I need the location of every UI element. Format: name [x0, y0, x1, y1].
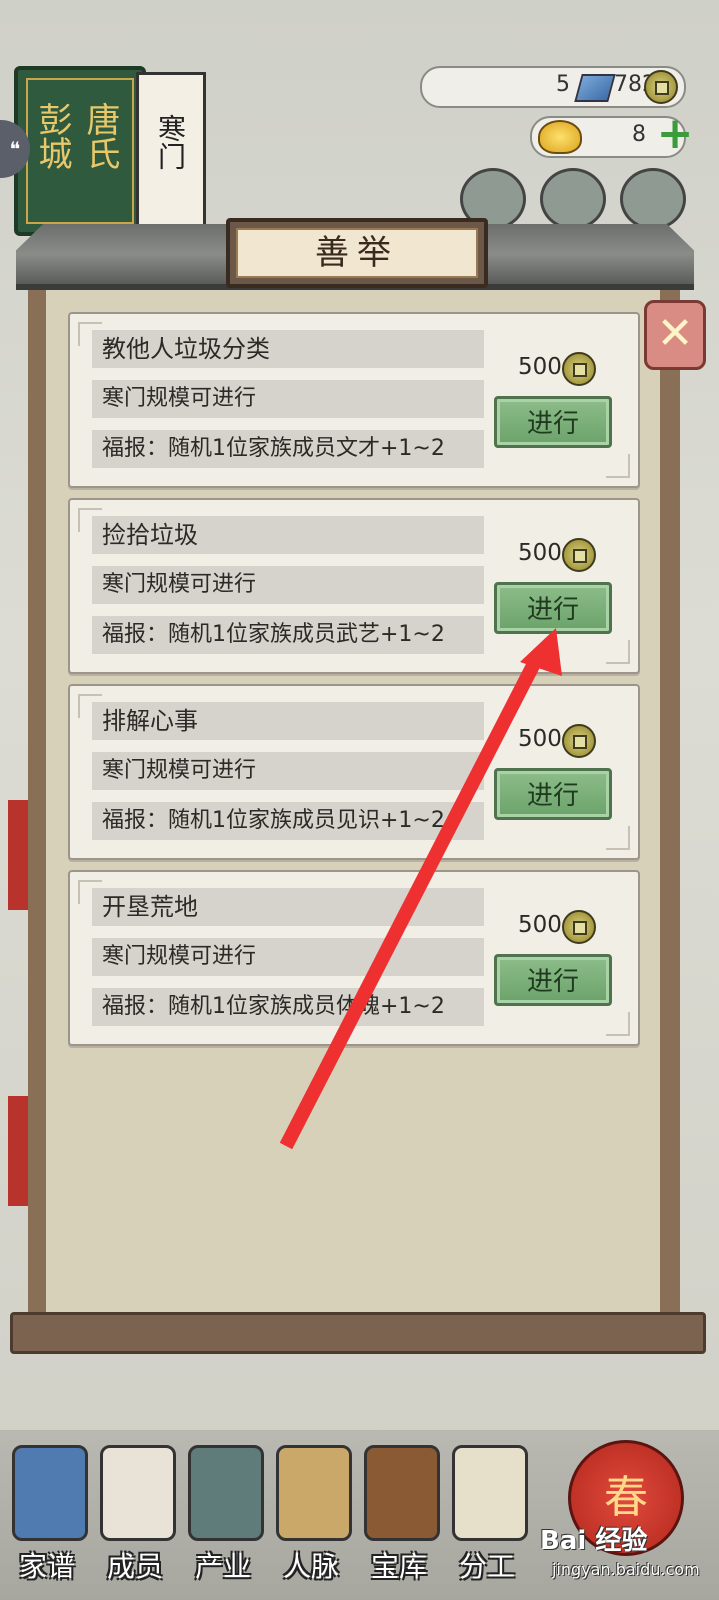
gold-ingot-icon	[538, 120, 582, 154]
gem-icon	[574, 74, 616, 102]
nav-industry[interactable]: 产业	[182, 1445, 264, 1585]
perform-button[interactable]: 进行	[494, 396, 612, 448]
coin-icon	[562, 910, 596, 944]
close-icon: ✕	[656, 308, 694, 359]
shortcut-icon-2[interactable]	[540, 168, 606, 230]
nav-members[interactable]: 成员	[94, 1445, 176, 1585]
deed-card: 教他人垃圾分类 寒门规模可进行 福报：随机1位家族成员文才+1~2 500 进行	[68, 312, 640, 488]
coin-icon	[562, 352, 596, 386]
industry-building-icon	[188, 1445, 264, 1541]
nav-label: 产业	[194, 1550, 251, 1583]
watermark: Bai 经验 jingyan.baidu.com	[540, 1520, 710, 1590]
close-button[interactable]: ✕	[644, 300, 706, 370]
deed-reward: 福报：随机1位家族成员文才+1~2	[92, 430, 484, 468]
coin-icon	[562, 538, 596, 572]
add-ingot-button[interactable]: +	[656, 112, 694, 156]
perform-button[interactable]: 进行	[494, 954, 612, 1006]
nav-label: 家谱	[18, 1550, 75, 1583]
dialog-title: 善举	[236, 228, 478, 278]
dialog-title-plaque: 善举	[226, 218, 488, 288]
nav-treasury[interactable]: 宝库	[358, 1445, 440, 1585]
deed-cost: 500	[518, 352, 596, 386]
watermark-main: Bai 经验	[540, 1526, 648, 1556]
family-banner[interactable]: 彭城 唐氏 寒门	[10, 66, 215, 236]
nav-label: 分工	[458, 1550, 515, 1583]
nav-label: 人脉	[282, 1550, 339, 1583]
shortcut-icon-3[interactable]	[620, 168, 686, 230]
gem-count: 5	[556, 72, 570, 97]
nav-network[interactable]: 人脉	[270, 1445, 352, 1585]
deed-reward: 福报：随机1位家族成员见识+1~2	[92, 802, 484, 840]
member-portrait-icon	[100, 1445, 176, 1541]
deed-name: 开垦荒地	[92, 888, 484, 926]
deed-cost: 500	[518, 910, 596, 944]
deed-condition: 寒门规模可进行	[92, 380, 484, 418]
perform-button[interactable]: 进行	[494, 582, 612, 634]
top-shortcut-icons	[460, 168, 700, 230]
deed-reward: 福报：随机1位家族成员武艺+1~2	[92, 616, 484, 654]
nav-genealogy[interactable]: 家谱	[6, 1445, 88, 1585]
deed-name: 教他人垃圾分类	[92, 330, 484, 368]
deed-cost: 500	[518, 538, 596, 572]
deed-reward: 福报：随机1位家族成员体魄+1~2	[92, 988, 484, 1026]
deed-name: 排解心事	[92, 702, 484, 740]
deed-card: 捡拾垃圾 寒门规模可进行 福报：随机1位家族成员武艺+1~2 500 进行	[68, 498, 640, 674]
perform-button[interactable]: 进行	[494, 768, 612, 820]
deed-cost: 500	[518, 724, 596, 758]
treasure-chest-icon	[364, 1445, 440, 1541]
ingot-count: 8	[632, 122, 646, 147]
family-surname: 唐氏	[80, 102, 120, 170]
deed-condition: 寒门规模可进行	[92, 938, 484, 976]
nav-label: 成员	[106, 1550, 163, 1583]
watermark-sub: jingyan.baidu.com	[552, 1560, 700, 1579]
deed-condition: 寒门规模可进行	[92, 566, 484, 604]
deed-condition: 寒门规模可进行	[92, 752, 484, 790]
currency-bar: 5 782	[420, 66, 686, 108]
coin-icon	[644, 70, 678, 104]
genealogy-book-icon	[12, 1445, 88, 1541]
scroll-icon	[452, 1445, 528, 1541]
nav-division[interactable]: 分工	[446, 1445, 528, 1585]
deed-name: 捡拾垃圾	[92, 516, 484, 554]
family-rank: 寒门	[154, 114, 187, 170]
coin-icon	[562, 724, 596, 758]
family-city: 彭城	[32, 102, 72, 170]
ingot-bar: 8 +	[530, 112, 693, 158]
nav-label: 宝库	[370, 1550, 427, 1583]
deed-card: 开垦荒地 寒门规模可进行 福报：随机1位家族成员体魄+1~2 500 进行	[68, 870, 640, 1046]
dialog-bottom-rail	[10, 1312, 706, 1354]
deed-card: 排解心事 寒门规模可进行 福报：随机1位家族成员见识+1~2 500 进行	[68, 684, 640, 860]
network-icon	[276, 1445, 352, 1541]
